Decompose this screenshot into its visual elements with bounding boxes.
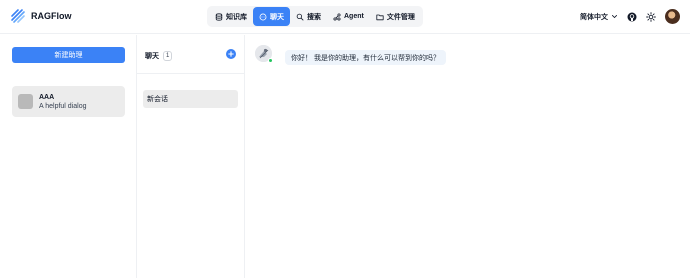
chat-area: 你好！ 我是你的助理，有什么可以帮到你的吗？ — [245, 35, 690, 278]
language-label: 简体中文 — [580, 13, 608, 21]
github-icon — [627, 12, 637, 21]
assistant-name: AAA — [39, 93, 55, 101]
nav-agent[interactable]: Agent — [327, 7, 370, 26]
search-icon — [296, 13, 304, 20]
nav-label: Agent — [344, 13, 364, 20]
assistant-card[interactable]: AAA A helpful dialog — [12, 86, 125, 117]
conversation-item[interactable]: 新会话 — [143, 90, 238, 108]
theme-toggle[interactable] — [646, 11, 656, 22]
conversation-header: 聊天 1 — [137, 35, 244, 74]
assistant-panel: 新建助理 AAA A helpful dialog — [0, 35, 137, 278]
app-name: RAGFlow — [31, 11, 72, 21]
top-header: RAGFlow 知识库 聊天 搜索 Agent 文件管理 简体中文 — [0, 0, 690, 34]
assistant-info: AAA A helpful dialog — [39, 94, 86, 110]
conversation-title-label: 聊天 — [145, 53, 159, 60]
agent-icon — [333, 12, 341, 21]
nav-label: 聊天 — [270, 13, 284, 21]
assistant-avatar — [18, 94, 33, 109]
nav-knowledge-base[interactable]: 知识库 — [209, 7, 253, 26]
github-link[interactable] — [627, 12, 637, 22]
language-selector[interactable]: 简体中文 — [580, 12, 618, 22]
database-icon — [215, 12, 223, 21]
nav-search[interactable]: 搜索 — [290, 7, 327, 26]
assistant-description: A helpful dialog — [39, 102, 87, 110]
header-actions: 简体中文 — [580, 9, 680, 24]
assistant-message-bubble: 你好！ 我是你的助理，有什么可以帮到你的吗？ — [285, 50, 446, 65]
online-status-dot — [268, 58, 273, 63]
nav-chat[interactable]: 聊天 — [253, 7, 290, 26]
plus-icon — [228, 51, 234, 57]
assistant-message-avatar — [255, 45, 273, 63]
user-avatar[interactable] — [665, 9, 680, 24]
conversation-panel: 聊天 1 新会话 — [137, 35, 245, 278]
nav-file-management[interactable]: 文件管理 — [370, 7, 421, 26]
nav-label: 搜索 — [307, 13, 321, 21]
main-nav: 知识库 聊天 搜索 Agent 文件管理 — [207, 6, 423, 27]
ragflow-logo-icon — [11, 9, 25, 23]
app-logo[interactable]: RAGFlow — [10, 8, 72, 24]
nav-label: 知识库 — [226, 13, 247, 21]
add-conversation-button[interactable] — [226, 49, 236, 59]
chevron-down-icon — [611, 15, 618, 19]
conversation-title: 聊天 1 — [145, 51, 173, 61]
new-assistant-button[interactable]: 新建助理 — [12, 47, 125, 63]
folder-icon — [376, 14, 384, 20]
nav-label: 文件管理 — [386, 13, 415, 21]
conversation-count-badge: 1 — [163, 51, 173, 61]
chat-icon — [259, 13, 267, 20]
sun-icon — [646, 11, 656, 22]
